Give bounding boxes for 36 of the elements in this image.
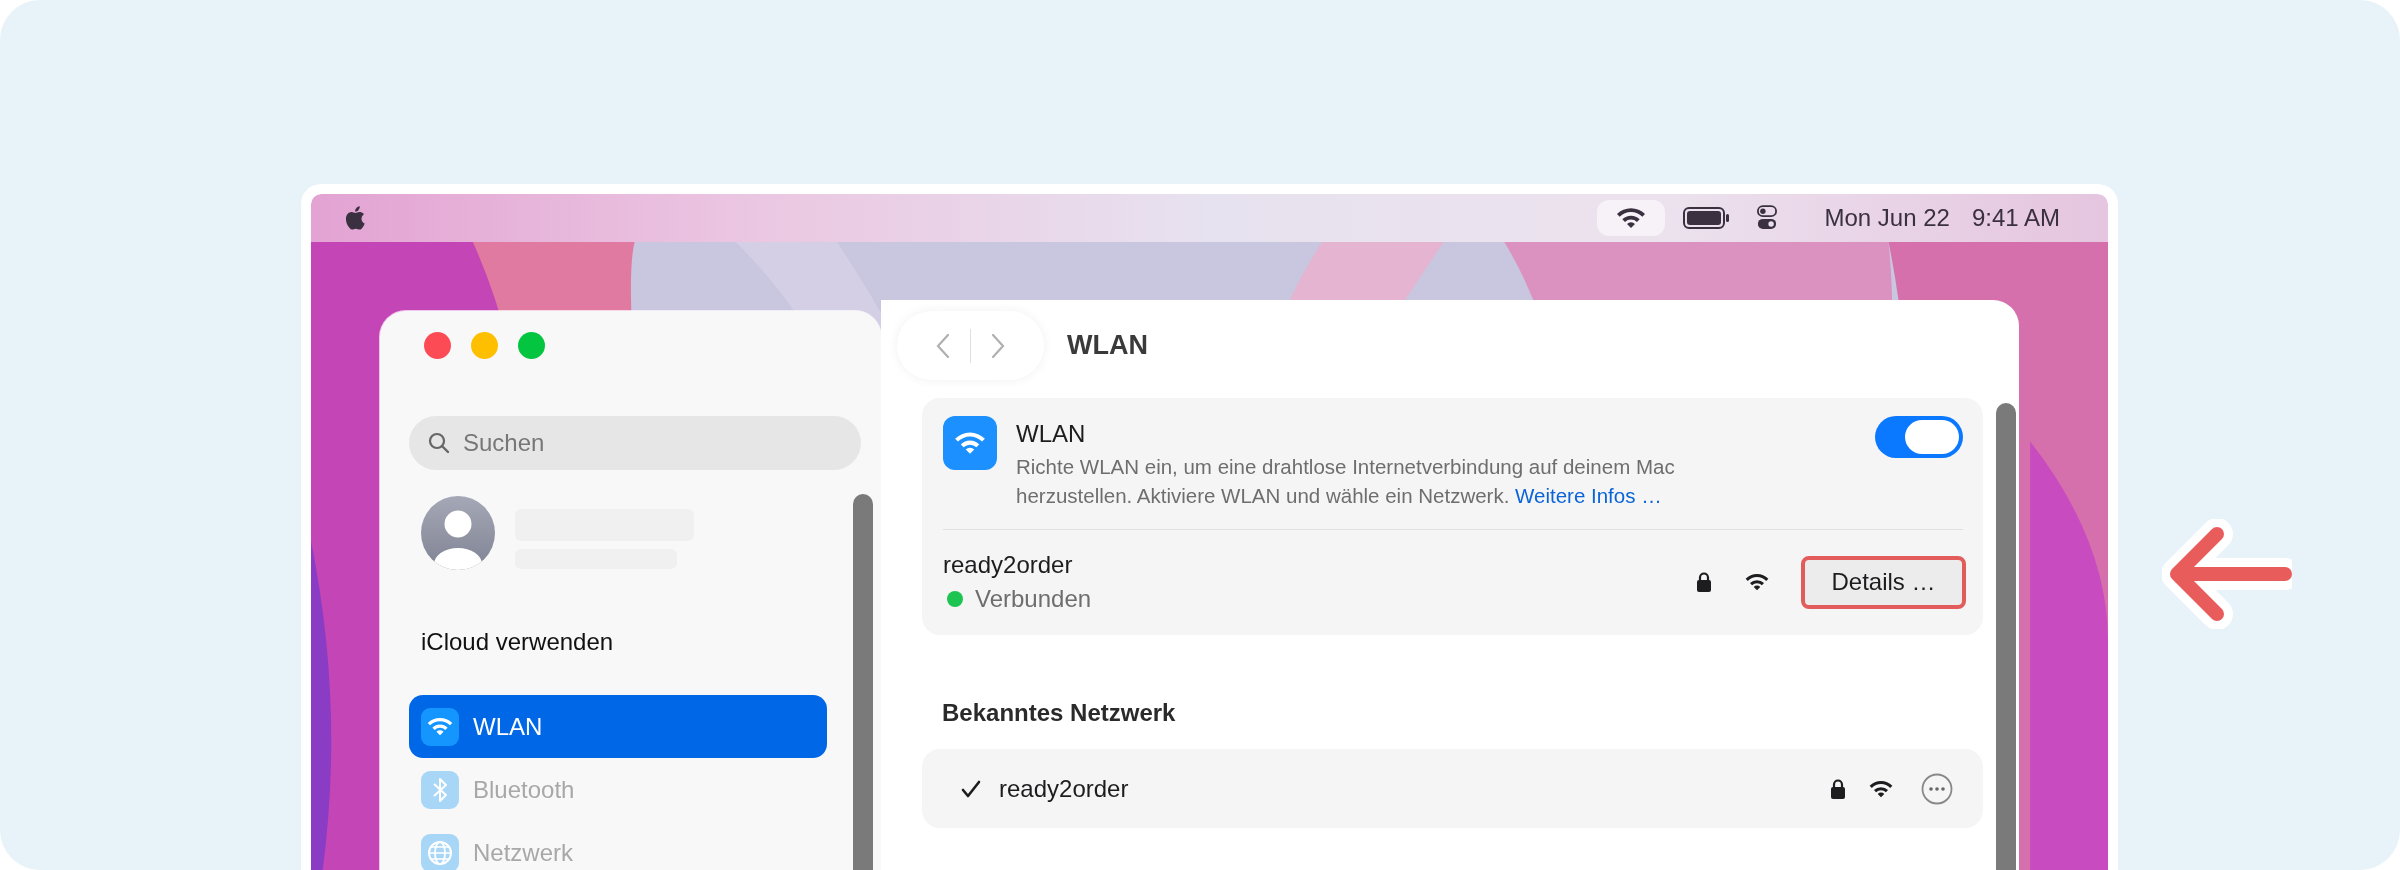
menu-bar-time: 9:41 AM (1971, 204, 2060, 232)
wlan-title: WLAN (1016, 419, 1087, 449)
forward-icon[interactable] (991, 332, 1005, 359)
search-icon (427, 431, 451, 455)
apple-logo-icon[interactable] (345, 206, 365, 230)
search-field[interactable]: Suchen (409, 416, 861, 470)
bluetooth-icon (432, 776, 448, 803)
arrow-icon (2162, 519, 2292, 629)
wifi-signal-icon (1744, 572, 1770, 592)
known-network-row[interactable]: ready2order (922, 749, 1983, 828)
more-options-icon[interactable] (1921, 772, 1953, 805)
wlan-description: Richte WLAN ein, um eine drahtlose Internetverbindung auf deinem Mac herzustellen. Aktiviere WLAN und wähle ein Netzwerk. Weitere Infos … (1016, 454, 1676, 509)
page-title: WLAN (1067, 330, 1148, 361)
scrollbar[interactable] (853, 494, 873, 870)
icloud-label[interactable]: iCloud verwenden (421, 627, 881, 657)
scrollbar[interactable] (1996, 403, 2016, 870)
wifi-icon (943, 416, 997, 470)
wlan-toggle[interactable] (1875, 416, 1963, 458)
connection-status: Verbunden (975, 585, 1092, 613)
menu-bar-date: Mon Jun 22 (1824, 204, 1950, 232)
details-button[interactable]: Details … (1801, 555, 1966, 609)
wifi-signal-icon (1868, 778, 1894, 799)
avatar-icon[interactable] (420, 495, 496, 571)
network-name: ready2order (999, 774, 1129, 803)
back-icon[interactable] (936, 332, 950, 359)
more-info-link[interactable]: Weitere Infos … (1515, 484, 1662, 507)
control-center-icon[interactable] (1756, 205, 1777, 231)
section-heading: Bekanntes Netzwerk (942, 698, 1177, 728)
network-name: ready2order (943, 551, 1074, 579)
wifi-status-icon[interactable] (1596, 200, 1665, 236)
sidebar-item[interactable]: WLAN (409, 695, 827, 758)
zoom-button[interactable] (518, 332, 545, 359)
wifi-icon (426, 716, 454, 737)
close-button[interactable] (424, 332, 451, 359)
globe-icon (426, 838, 454, 867)
battery-icon[interactable] (1682, 207, 1731, 229)
